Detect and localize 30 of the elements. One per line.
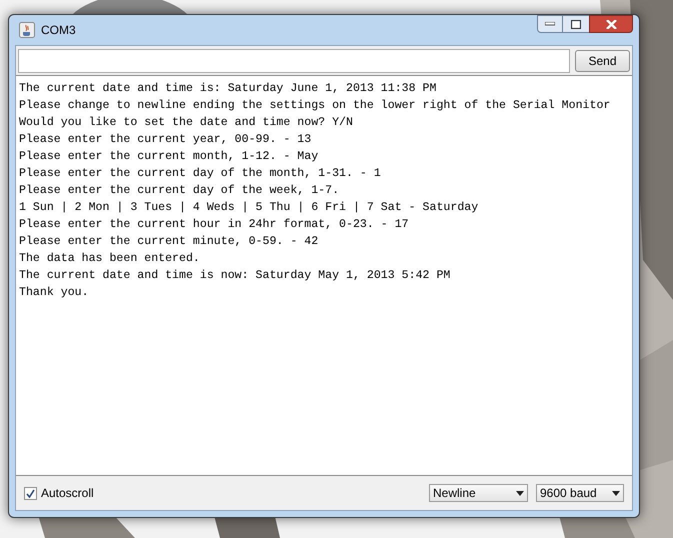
output-line: Please enter the current day of the month, 1-31. - 1 (19, 166, 382, 182)
baud-rate-dropdown[interactable]: 9600 baud (536, 484, 624, 502)
output-line: The current date and time is now: Saturday May 1, 2013 5:42 PM (19, 268, 452, 284)
output-line: Please enter the current year, 00-99. - 13 (19, 132, 312, 148)
restore-icon (571, 20, 581, 28)
minimize-icon (545, 22, 555, 26)
output-line: Thank you. (19, 285, 90, 301)
send-button[interactable]: Send (575, 50, 630, 72)
output-line: Please change to newline ending the settings on the lower right of the Serial Monitor (19, 98, 612, 114)
dropdown-arrow-icon (612, 490, 620, 496)
close-icon (606, 20, 616, 28)
minimize-button[interactable] (537, 15, 563, 33)
autoscroll-label: Autoscroll (41, 485, 94, 502)
autoscroll-checkbox[interactable] (24, 486, 37, 500)
line-ending-dropdown[interactable]: Newline (429, 484, 528, 502)
output-line: 1 Sun | 2 Mon | 3 Tues | 4 Weds | 5 Thu | 6 Fri | 7 Sat - Saturday (19, 200, 480, 216)
output-line: The data has been entered. (19, 251, 201, 267)
output-line: Please enter the current day of the week, 1-7. (19, 183, 340, 199)
output-line: Please enter the current month, 1-12. - May (19, 149, 320, 165)
output-line: Please enter the current minute, 0-59. - 42 (19, 234, 320, 250)
checkmark-icon (26, 488, 35, 498)
output-line: Please enter the current hour in 24hr format, 0-23. - 17 (19, 217, 410, 233)
output-line: Would you like to set the date and time now? Y/N (19, 115, 354, 131)
cup-icon (19, 22, 35, 38)
window-title: COM3 (41, 22, 76, 39)
maximize-button[interactable] (563, 15, 589, 33)
dropdown-arrow-icon (516, 490, 524, 496)
message-input-field[interactable] (18, 48, 570, 72)
output-line: The current date and time is: Saturday June 1, 2013 11:38 PM (19, 81, 438, 97)
close-button[interactable] (589, 15, 633, 33)
